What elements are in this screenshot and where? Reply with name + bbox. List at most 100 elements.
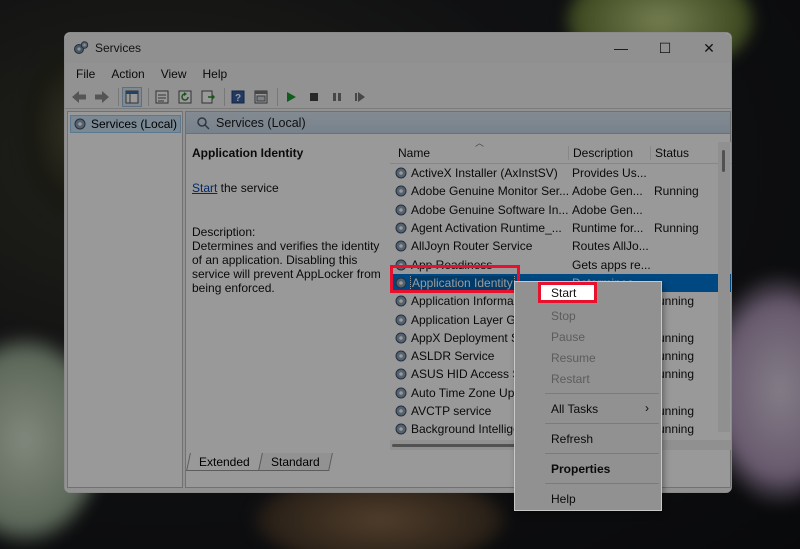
minimize-icon: — [614, 40, 628, 56]
gears-icon [74, 41, 89, 54]
service-name: AppX Deployment S [411, 330, 520, 345]
row-description-cell: Runtime for... [568, 221, 650, 235]
row-description-cell: Adobe Gen... [568, 203, 650, 217]
context-menu-refresh-label: Refresh [551, 431, 594, 446]
toolbar-separator [224, 87, 225, 106]
pause-service-button[interactable] [327, 87, 347, 107]
stop-service-button[interactable] [304, 87, 324, 107]
pause-icon [333, 92, 341, 101]
title-bar[interactable]: Services — ☐ ✕ [65, 33, 731, 63]
context-menu-pause[interactable]: Pause [515, 326, 661, 347]
menu-view[interactable]: View [156, 65, 192, 83]
context-menu-properties[interactable]: Properties [515, 458, 661, 479]
column-header-name[interactable]: ︿ Name [390, 142, 568, 160]
context-menu-all-tasks[interactable]: All Tasks › [515, 398, 661, 419]
context-menu-refresh[interactable]: Refresh [515, 428, 661, 449]
horizontal-scroll-thumb[interactable] [392, 444, 532, 447]
properties-button[interactable] [152, 87, 172, 107]
column-header-description-label: Description [573, 145, 634, 160]
row-status-cell: Running [650, 184, 720, 198]
context-menu-help-label: Help [551, 491, 576, 506]
column-header-status[interactable]: Status [650, 145, 720, 160]
service-name: AllJoyn Router Service [411, 239, 533, 254]
service-description: Runtime for... [572, 221, 644, 236]
context-menu-start-highlighted-label: Start [551, 285, 577, 300]
menu-action[interactable]: Action [106, 65, 149, 83]
pane-title: Services (Local) [216, 115, 306, 130]
stop-icon [310, 92, 318, 101]
maximize-button[interactable]: ☐ [643, 33, 687, 63]
table-row[interactable]: ActiveX Installer (AxInstSV) Provides Us.… [390, 164, 731, 182]
column-header-name-label: Name [398, 145, 431, 160]
show-console-tree-button[interactable] [122, 86, 142, 107]
menu-help[interactable]: Help [198, 65, 233, 83]
service-description: Adobe Gen... [572, 202, 643, 217]
context-menu-stop[interactable]: Stop [515, 305, 661, 326]
search-gear-icon [197, 116, 210, 130]
table-row[interactable]: Agent Activation Runtime_... Runtime for.… [390, 219, 731, 237]
export-list-button[interactable] [198, 87, 218, 107]
gear-icon [395, 295, 407, 307]
vertical-scrollbar[interactable] [718, 142, 730, 432]
table-row[interactable]: Adobe Genuine Monitor Ser... Adobe Gen...… [390, 182, 731, 200]
row-description-cell: Gets apps re... [568, 258, 650, 272]
start-service-link[interactable]: Start [192, 181, 217, 195]
service-name: ASUS HID Access Se [411, 367, 528, 382]
description-text: Determines and verifies the identity of … [192, 239, 381, 295]
context-menu-separator [545, 423, 659, 424]
help-button[interactable]: ? [228, 87, 248, 107]
gear-icon [395, 240, 407, 252]
tab-standard-label: Standard [270, 454, 320, 469]
gear-icon [395, 204, 407, 216]
context-menu-start-highlighted[interactable]: Start [538, 282, 597, 303]
column-header-description[interactable]: Description [568, 145, 650, 160]
tab-standard[interactable]: Standard [257, 453, 333, 471]
service-name: Application Layer Ga [411, 312, 523, 327]
context-menu: Start Stop Pause Resume Restart All Task… [514, 281, 662, 511]
context-menu-properties-label: Properties [551, 461, 611, 476]
gear-icon [395, 185, 407, 197]
row-name-cell: Adobe Genuine Software In... [390, 203, 568, 217]
detail-start-line: Start the service [192, 181, 382, 195]
export-list-icon [201, 90, 215, 103]
service-description: Adobe Gen... [572, 184, 643, 199]
vertical-scroll-thumb[interactable] [722, 150, 725, 172]
back-arrow-icon [72, 90, 86, 103]
service-detail-panel: Application Identity Start the service D… [192, 146, 382, 295]
restart-service-button[interactable] [350, 87, 370, 107]
minimize-button[interactable]: — [599, 33, 643, 63]
close-button[interactable]: ✕ [687, 33, 731, 63]
row-name-cell: Agent Activation Runtime_... [390, 221, 568, 235]
svg-text:?: ? [235, 93, 241, 104]
back-button[interactable] [69, 87, 89, 107]
column-header-status-label: Status [655, 145, 690, 160]
window-title: Services [95, 41, 142, 55]
context-menu-separator [545, 393, 659, 394]
context-menu-resume[interactable]: Resume [515, 347, 661, 368]
menu-file[interactable]: File [71, 65, 100, 83]
table-row[interactable]: AllJoyn Router Service Routes AllJo... [390, 237, 731, 255]
context-menu-restart[interactable]: Restart [515, 368, 661, 389]
tree-item-services-local[interactable]: Services (Local) [70, 115, 182, 133]
toolbar-separator [277, 87, 278, 106]
table-row[interactable]: Adobe Genuine Software In... Adobe Gen... [390, 201, 731, 219]
row-name-cell: Adobe Genuine Monitor Ser... [390, 184, 568, 198]
refresh-button[interactable] [175, 87, 195, 107]
gear-icon [395, 387, 407, 399]
row-name-cell: AllJoyn Router Service [390, 239, 568, 253]
context-menu-pause-label: Pause [551, 329, 586, 344]
forward-button[interactable] [92, 87, 112, 107]
description-label: Description: [192, 225, 256, 239]
service-status: Running [654, 184, 699, 199]
service-name: Adobe Genuine Software In... [411, 202, 568, 217]
gear-icon [395, 332, 407, 344]
context-menu-help[interactable]: Help [515, 488, 661, 509]
toolbar: ? [65, 85, 731, 109]
start-service-button[interactable] [281, 87, 301, 107]
mmc-icon [254, 90, 268, 103]
tab-extended[interactable]: Extended [186, 453, 263, 471]
context-menu-stop-label: Stop [551, 308, 576, 323]
maximize-icon: ☐ [658, 39, 672, 56]
detail-service-name: Application Identity [192, 146, 304, 160]
mmc-button[interactable] [251, 87, 271, 107]
